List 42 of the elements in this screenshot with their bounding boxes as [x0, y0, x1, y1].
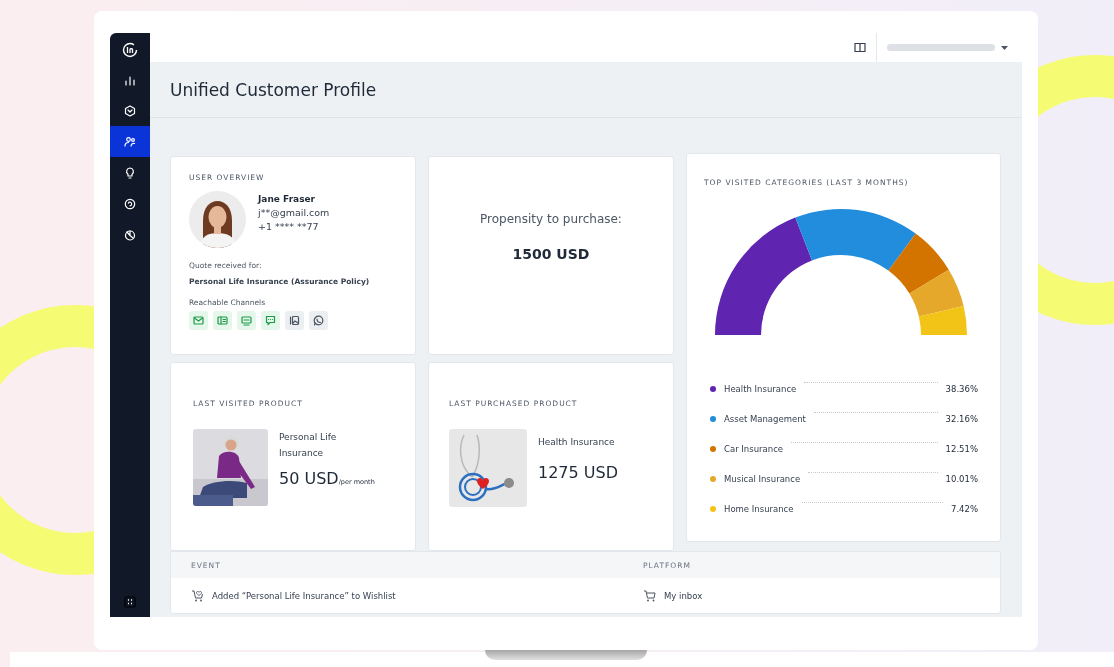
- legend-value: 38.36%: [945, 383, 978, 394]
- legend-label: Health Insurance: [724, 383, 797, 394]
- gallery-icon: [289, 315, 300, 326]
- product-name: Health Insurance: [538, 436, 616, 449]
- legend-label: Home Insurance: [724, 503, 794, 514]
- channel-button[interactable]: [261, 311, 280, 330]
- propensity-value: 1500 USD: [512, 246, 590, 262]
- caret-icon: [1001, 45, 1008, 50]
- lightbulb-icon: [124, 166, 136, 179]
- product-name: Personal Life Insurance: [279, 431, 338, 460]
- channel-button[interactable]: [213, 311, 232, 330]
- pie-clock-icon: [124, 228, 136, 241]
- legend-value: 10.01%: [945, 473, 978, 484]
- cart-heart-icon: [191, 589, 204, 602]
- channel-button[interactable]: [285, 311, 304, 330]
- event-text: Added “Personal Life Insurance” to Wishlist: [212, 590, 396, 601]
- book-icon[interactable]: [854, 42, 866, 53]
- legend-label: Car Insurance: [724, 443, 784, 454]
- grid-icon[interactable]: [124, 596, 136, 608]
- propensity-label: Propensity to purchase:: [480, 212, 622, 226]
- logo-icon[interactable]: [122, 42, 138, 58]
- channel-button[interactable]: [309, 311, 328, 330]
- message-icon: [241, 315, 252, 326]
- legend-label: Asset Management: [724, 413, 806, 424]
- customer-email: j**@gmail.com: [258, 207, 330, 218]
- legend-value: 32.16%: [945, 413, 978, 424]
- chat-bubble-icon: [265, 315, 276, 326]
- hexagon-icon: [124, 104, 136, 117]
- customer-phone: +1 **** **77: [258, 221, 320, 232]
- legend-value: 7.42%: [951, 503, 978, 514]
- card-icon: [217, 315, 228, 326]
- envelope-icon: [193, 315, 204, 326]
- cart-icon: [643, 589, 656, 602]
- phone-bubble-icon: [313, 315, 324, 326]
- channel-button[interactable]: [189, 311, 208, 330]
- customer-name: Jane Fraser: [258, 194, 317, 204]
- page-title: Unified Customer Profile: [170, 79, 377, 100]
- product-price: 1275 USD: [538, 463, 618, 482]
- legend-label: Musical Insurance: [724, 473, 801, 484]
- legend-value: 12.51%: [945, 443, 978, 454]
- platform-text: My inbox: [664, 590, 703, 601]
- users-icon: [124, 135, 136, 148]
